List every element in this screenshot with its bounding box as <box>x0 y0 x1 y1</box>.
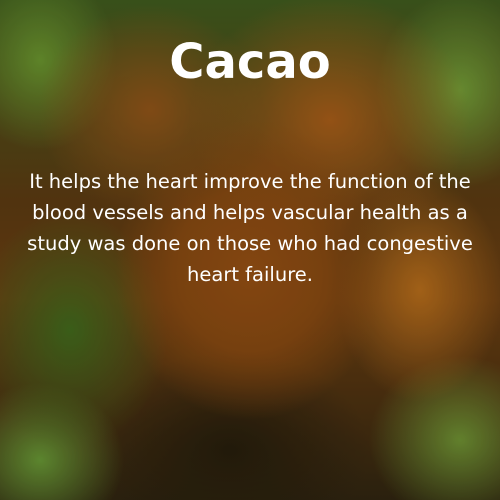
card-title: Cacao <box>169 34 331 90</box>
card-body-text: It helps the heart improve the function … <box>27 170 473 286</box>
info-card: Cacao It helps the heart improve the fun… <box>0 0 500 500</box>
